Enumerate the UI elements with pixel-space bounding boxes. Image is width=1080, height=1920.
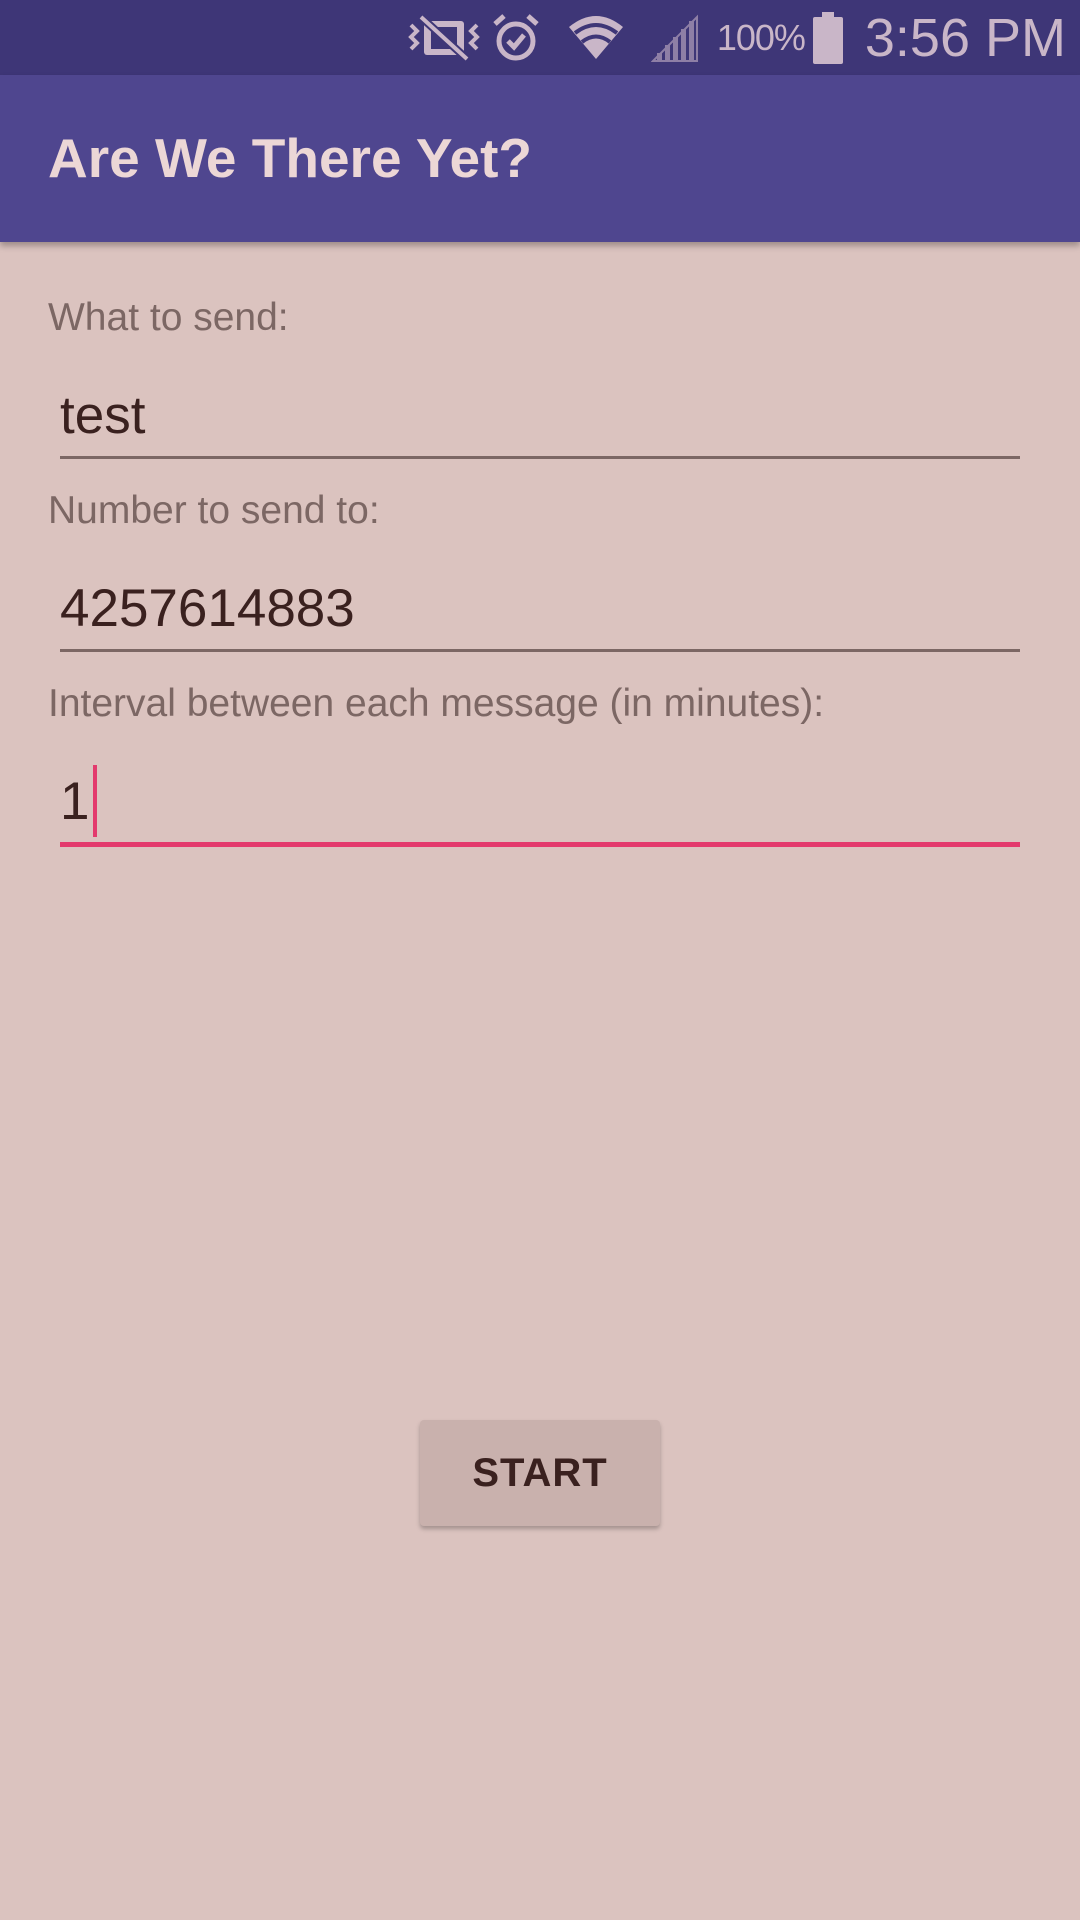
interval-input-underline — [60, 842, 1020, 847]
message-input-underline — [60, 456, 1020, 459]
screen: 100% 3:56 PM Are We There Yet? What to s… — [0, 0, 1080, 1920]
phone-input-underline — [60, 649, 1020, 652]
text-cursor — [93, 765, 98, 837]
signal-icon — [650, 13, 699, 63]
status-icons: 100% 3:56 PM — [407, 0, 1066, 75]
phone-label: Number to send to: — [48, 489, 380, 532]
phone-input[interactable]: 4257614883 — [60, 569, 1020, 649]
start-button[interactable]: START — [420, 1420, 660, 1526]
message-label: What to send: — [48, 296, 289, 339]
vibrate-icon — [407, 13, 481, 63]
battery-icon — [812, 11, 843, 64]
interval-label: Interval between each message (in minute… — [48, 682, 825, 725]
message-input[interactable]: test — [60, 376, 1020, 456]
alarm-icon — [491, 13, 541, 63]
clock: 3:56 PM — [864, 7, 1066, 68]
interval-value: 1 — [60, 772, 90, 831]
battery-percent: 100% — [716, 16, 806, 58]
wifi-icon — [567, 13, 625, 63]
status-bar: 100% 3:56 PM — [0, 0, 1080, 75]
interval-input[interactable]: 1 — [60, 762, 1020, 842]
app-bar: Are We There Yet? — [0, 75, 1080, 242]
app-title: Are We There Yet? — [48, 127, 532, 189]
